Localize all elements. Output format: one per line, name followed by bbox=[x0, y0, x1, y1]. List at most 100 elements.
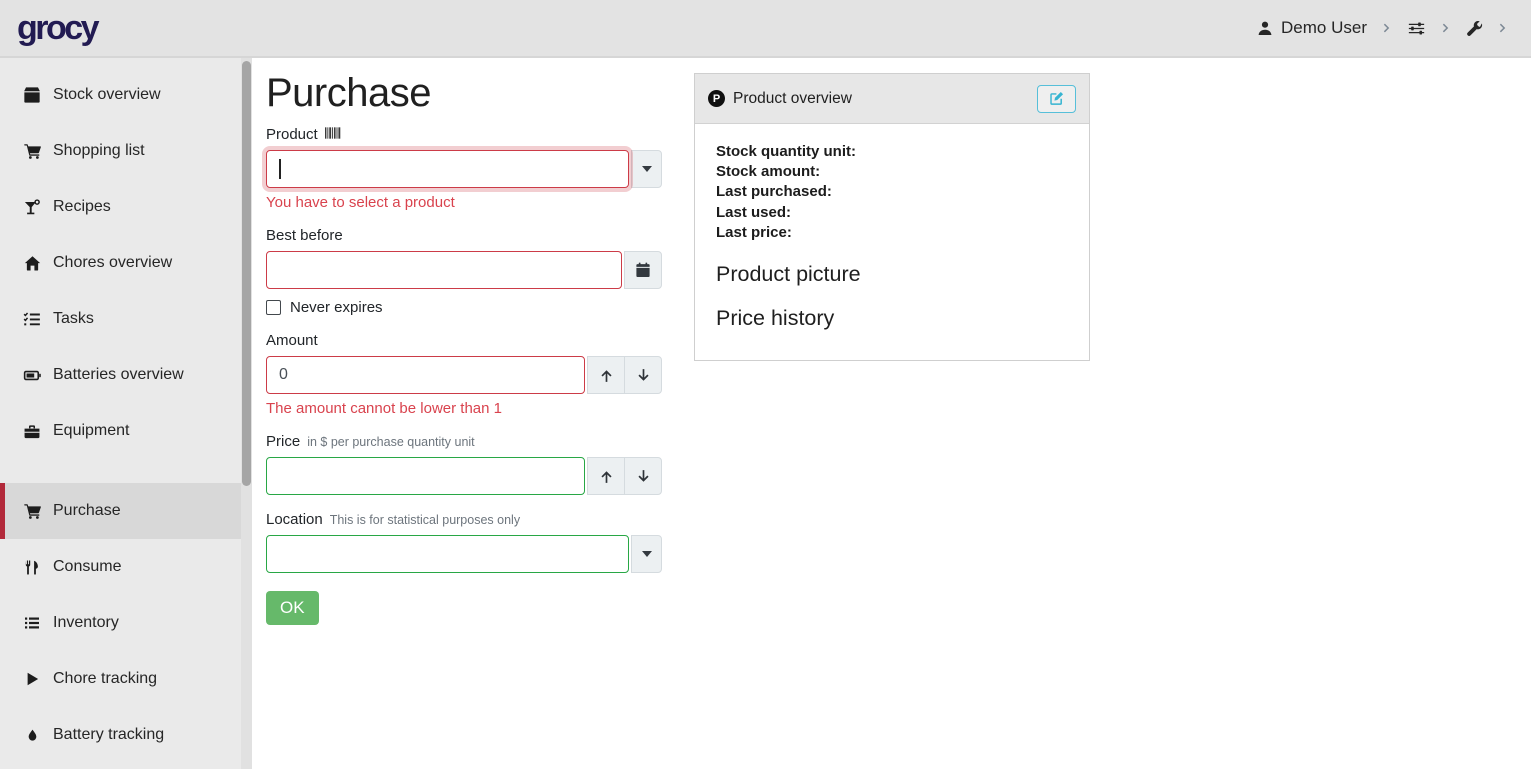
sidebar-scrollbar-thumb[interactable] bbox=[242, 61, 251, 486]
purchase-form: Product bbox=[266, 126, 662, 625]
chevron-right-icon[interactable] bbox=[1497, 22, 1509, 34]
user-menu[interactable]: Demo User bbox=[1257, 18, 1367, 38]
sidebar-item-stock-overview[interactable]: Stock overview bbox=[0, 67, 252, 123]
location-input[interactable] bbox=[266, 535, 629, 573]
sidebar-item-inventory[interactable]: Inventory bbox=[0, 595, 252, 651]
location-field: Location This is for statistical purpose… bbox=[266, 511, 662, 573]
sidebar-item-equipment[interactable]: Equipment bbox=[0, 403, 252, 459]
sidebar-item-label: Batteries overview bbox=[53, 366, 184, 384]
location-label: Location bbox=[266, 511, 323, 528]
user-name-label: Demo User bbox=[1281, 18, 1367, 38]
ok-button[interactable]: OK bbox=[266, 591, 319, 625]
product-field: Product bbox=[266, 126, 662, 211]
utensils-icon bbox=[21, 559, 43, 576]
sidebar-item-label: Inventory bbox=[53, 614, 119, 632]
main-content: Purchase Product bbox=[252, 58, 1531, 769]
user-icon bbox=[1257, 20, 1273, 36]
sidebar-item-battery-tracking[interactable]: Battery tracking bbox=[0, 707, 252, 763]
calendar-icon bbox=[635, 262, 651, 278]
droplet-icon bbox=[21, 727, 43, 744]
list-icon bbox=[21, 615, 43, 631]
product-label: Product bbox=[266, 126, 318, 143]
edit-product-button[interactable] bbox=[1037, 85, 1076, 113]
barcode-icon bbox=[325, 127, 342, 139]
sidebar-item-batteries-overview[interactable]: Batteries overview bbox=[0, 347, 252, 403]
best-before-field: Best before N bbox=[266, 227, 662, 316]
best-before-input[interactable] bbox=[266, 251, 622, 289]
sidebar-item-chores-overview[interactable]: Chores overview bbox=[0, 235, 252, 291]
cart-icon bbox=[21, 143, 43, 160]
cart-icon bbox=[21, 503, 43, 520]
amount-label: Amount bbox=[266, 332, 318, 349]
arrow-up-icon bbox=[599, 469, 614, 484]
chevron-right-icon[interactable] bbox=[1440, 22, 1452, 34]
product-input[interactable] bbox=[266, 150, 629, 188]
sidebar-item-label: Chores overview bbox=[53, 254, 172, 272]
caret-down-icon bbox=[642, 166, 652, 172]
sliders-icon[interactable] bbox=[1407, 20, 1426, 37]
caret-down-icon bbox=[642, 551, 652, 557]
stock-quantity-unit-label: Stock quantity unit: bbox=[716, 142, 1068, 162]
text-cursor bbox=[279, 159, 281, 179]
sidebar-item-label: Recipes bbox=[53, 198, 111, 216]
product-hunt-icon: P bbox=[708, 90, 725, 107]
arrow-down-icon bbox=[636, 368, 651, 383]
amount-increment-button[interactable] bbox=[587, 356, 625, 394]
price-decrement-button[interactable] bbox=[624, 457, 662, 495]
product-dropdown-button[interactable] bbox=[631, 150, 662, 188]
never-expires-label: Never expires bbox=[290, 299, 383, 316]
price-hint: in $ per purchase quantity unit bbox=[307, 435, 474, 449]
sidebar-item-consume[interactable]: Consume bbox=[0, 539, 252, 595]
grocy-logo[interactable]: grocy bbox=[17, 11, 97, 45]
never-expires-checkbox[interactable] bbox=[266, 300, 281, 315]
cocktail-icon bbox=[21, 199, 43, 216]
box-icon bbox=[21, 86, 43, 104]
sidebar-item-label: Stock overview bbox=[53, 86, 161, 104]
price-history-heading: Price history bbox=[716, 306, 1068, 331]
location-dropdown-button[interactable] bbox=[631, 535, 662, 573]
product-picture-heading: Product picture bbox=[716, 262, 1068, 287]
navbar-right: Demo User bbox=[1257, 18, 1509, 38]
price-input[interactable] bbox=[266, 457, 585, 495]
briefcase-icon bbox=[21, 423, 43, 440]
amount-error-text: The amount cannot be lower than 1 bbox=[266, 400, 662, 417]
sidebar-item-label: Chore tracking bbox=[53, 670, 157, 688]
sidebar-item-label: Consume bbox=[53, 558, 121, 576]
edit-icon bbox=[1049, 91, 1064, 106]
amount-decrement-button[interactable] bbox=[624, 356, 662, 394]
price-label: Price bbox=[266, 433, 300, 450]
price-increment-button[interactable] bbox=[587, 457, 625, 495]
stock-amount-label: Stock amount: bbox=[716, 162, 1068, 182]
product-overview-title: Product overview bbox=[733, 90, 852, 108]
last-purchased-label: Last purchased: bbox=[716, 182, 1068, 202]
tasks-icon bbox=[21, 311, 43, 328]
sidebar-scrollbar-track[interactable] bbox=[241, 58, 252, 769]
sidebar-item-shopping-list[interactable]: Shopping list bbox=[0, 123, 252, 179]
location-hint: This is for statistical purposes only bbox=[330, 513, 520, 527]
last-price-label: Last price: bbox=[716, 223, 1068, 243]
chevron-right-icon[interactable] bbox=[1381, 22, 1393, 34]
last-used-label: Last used: bbox=[716, 203, 1068, 223]
sidebar-item-label: Equipment bbox=[53, 422, 130, 440]
arrow-up-icon bbox=[599, 368, 614, 383]
amount-field: Amount bbox=[266, 332, 662, 417]
product-overview-header: P Product overview bbox=[695, 74, 1089, 124]
product-overview-card: P Product overview Stock quantity unit: … bbox=[694, 73, 1090, 361]
price-field: Price in $ per purchase quantity unit bbox=[266, 433, 662, 495]
calendar-button[interactable] bbox=[624, 251, 662, 289]
product-error-text: You have to select a product bbox=[266, 194, 662, 211]
amount-input[interactable] bbox=[266, 356, 585, 394]
sidebar-item-label: Shopping list bbox=[53, 142, 145, 160]
sidebar-item-recipes[interactable]: Recipes bbox=[0, 179, 252, 235]
home-icon bbox=[21, 255, 43, 272]
sidebar: Stock overview Shopping list Recipes Cho… bbox=[0, 58, 252, 769]
battery-icon bbox=[21, 367, 43, 384]
sidebar-item-label: Tasks bbox=[53, 310, 94, 328]
product-overview-body: Stock quantity unit: Stock amount: Last … bbox=[695, 124, 1089, 349]
sidebar-item-tasks[interactable]: Tasks bbox=[0, 291, 252, 347]
sidebar-item-purchase[interactable]: Purchase bbox=[0, 483, 252, 539]
arrow-down-icon bbox=[636, 469, 651, 484]
sidebar-item-chore-tracking[interactable]: Chore tracking bbox=[0, 651, 252, 707]
wrench-icon[interactable] bbox=[1466, 20, 1483, 37]
best-before-label: Best before bbox=[266, 227, 343, 244]
